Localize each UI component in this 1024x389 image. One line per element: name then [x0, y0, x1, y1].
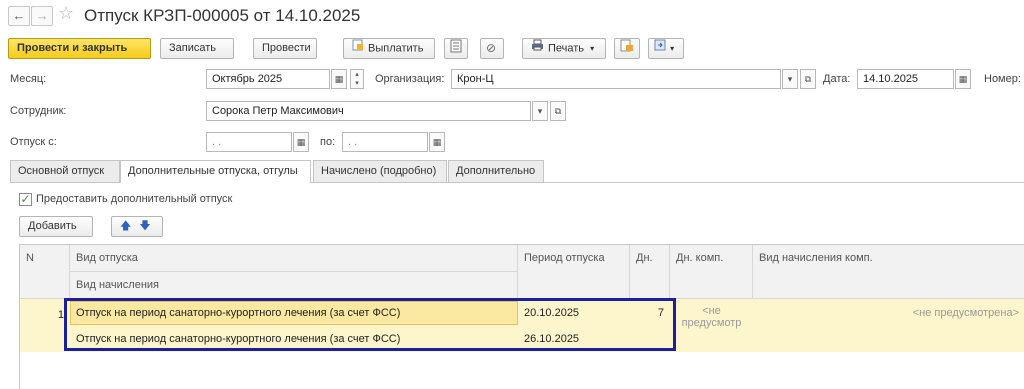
journal-button[interactable]: [444, 38, 468, 59]
tab-accrued-detailed[interactable]: Начислено (подробно): [313, 160, 447, 182]
open-link-icon[interactable]: ⧉: [800, 69, 816, 89]
tab-additional-vacations[interactable]: Дополнительные отпуска, отгулы: [120, 160, 311, 183]
move-buttons: 🡅 🡇: [111, 216, 163, 237]
attach-button[interactable]: ⊘: [480, 38, 504, 59]
post-and-close-button[interactable]: Провести и закрыть: [8, 38, 151, 59]
employee-label: Сотрудник:: [10, 105, 67, 117]
printer-icon: [531, 39, 544, 58]
save-button[interactable]: Записать: [160, 38, 234, 59]
col-header-days[interactable]: Дн.: [630, 245, 670, 299]
pay-icon: [352, 39, 364, 58]
calendar-icon[interactable]: ▦: [293, 132, 309, 152]
tab-additional[interactable]: Дополнительно: [448, 160, 544, 182]
calendar-icon[interactable]: ▦: [331, 69, 347, 89]
col-header-period[interactable]: Период отпуска: [518, 245, 630, 299]
grant-additional-vacation-checkbox[interactable]: ✓: [19, 193, 32, 206]
col-header-n[interactable]: N: [20, 245, 70, 299]
report-button[interactable]: [614, 38, 640, 59]
forward-button[interactable]: →: [31, 6, 53, 26]
vacation-from-label: Отпуск с:: [10, 136, 57, 148]
month-field[interactable]: Октябрь 2025: [206, 69, 330, 89]
create-based-on-button[interactable]: ▾: [648, 38, 684, 59]
print-label: Печать: [548, 42, 585, 55]
organization-label: Организация:: [375, 73, 445, 85]
employee-field[interactable]: Сорока Петр Максимович: [206, 101, 531, 121]
tab-main-vacation[interactable]: Основной отпуск: [10, 160, 120, 182]
paperclip-icon: ⊘: [486, 41, 497, 55]
organization-field[interactable]: Крон-Ц: [451, 69, 781, 89]
calendar-icon[interactable]: ▦: [429, 132, 445, 152]
comp-days-cell[interactable]: <не предусмотр: [670, 305, 753, 329]
to-label: по:: [320, 136, 336, 148]
month-stepper[interactable]: ▴ ▾: [350, 69, 364, 89]
col-header-comp-days[interactable]: Дн. комп.: [670, 245, 753, 299]
add-button[interactable]: Добавить: [19, 216, 93, 237]
row-number: 1: [57, 309, 64, 321]
chevron-down-icon: ▾: [670, 44, 675, 53]
vacation-to-field[interactable]: . .: [342, 132, 428, 152]
print-button[interactable]: Печать ▾: [522, 38, 606, 59]
col-header-type[interactable]: Вид отпуска: [70, 245, 518, 272]
back-button[interactable]: ←: [8, 6, 30, 26]
dropdown-chevron-icon[interactable]: ▾: [782, 69, 798, 89]
grant-additional-vacation-label: Предоставить дополнительный отпуск: [36, 193, 233, 205]
vacation-from-field[interactable]: . .: [206, 132, 292, 152]
favorite-star-icon[interactable]: ☆: [58, 3, 74, 24]
open-link-icon[interactable]: ⧉: [550, 101, 566, 121]
highlight-frame: [64, 298, 676, 351]
col-header-comp-accrual[interactable]: Вид начисления комп.: [753, 245, 1024, 299]
chevron-down-icon: ▾: [590, 44, 595, 54]
col-header-accrual[interactable]: Вид начисления: [70, 272, 518, 299]
calendar-icon[interactable]: ▦: [955, 69, 971, 89]
number-label: Номер:: [984, 73, 1021, 85]
month-label: Месяц:: [10, 73, 47, 85]
date-label: Дата:: [823, 73, 851, 85]
date-field[interactable]: 14.10.2025: [857, 69, 954, 89]
move-up-icon[interactable]: 🡅: [120, 220, 131, 232]
move-down-icon[interactable]: 🡇: [139, 220, 150, 232]
create-based-on-icon: [654, 39, 670, 54]
pay-label: Выплатить: [368, 42, 424, 55]
report-icon: [620, 39, 634, 55]
page-title: Отпуск КРЗП-000005 от 14.10.2025: [84, 6, 361, 25]
dropdown-chevron-icon[interactable]: ▾: [532, 101, 548, 121]
comp-accrual-cell[interactable]: <не предусмотрена>: [753, 303, 1024, 323]
post-button[interactable]: Провести: [253, 38, 317, 59]
pay-button[interactable]: Выплатить: [343, 38, 435, 59]
document-list-icon: [450, 39, 462, 56]
